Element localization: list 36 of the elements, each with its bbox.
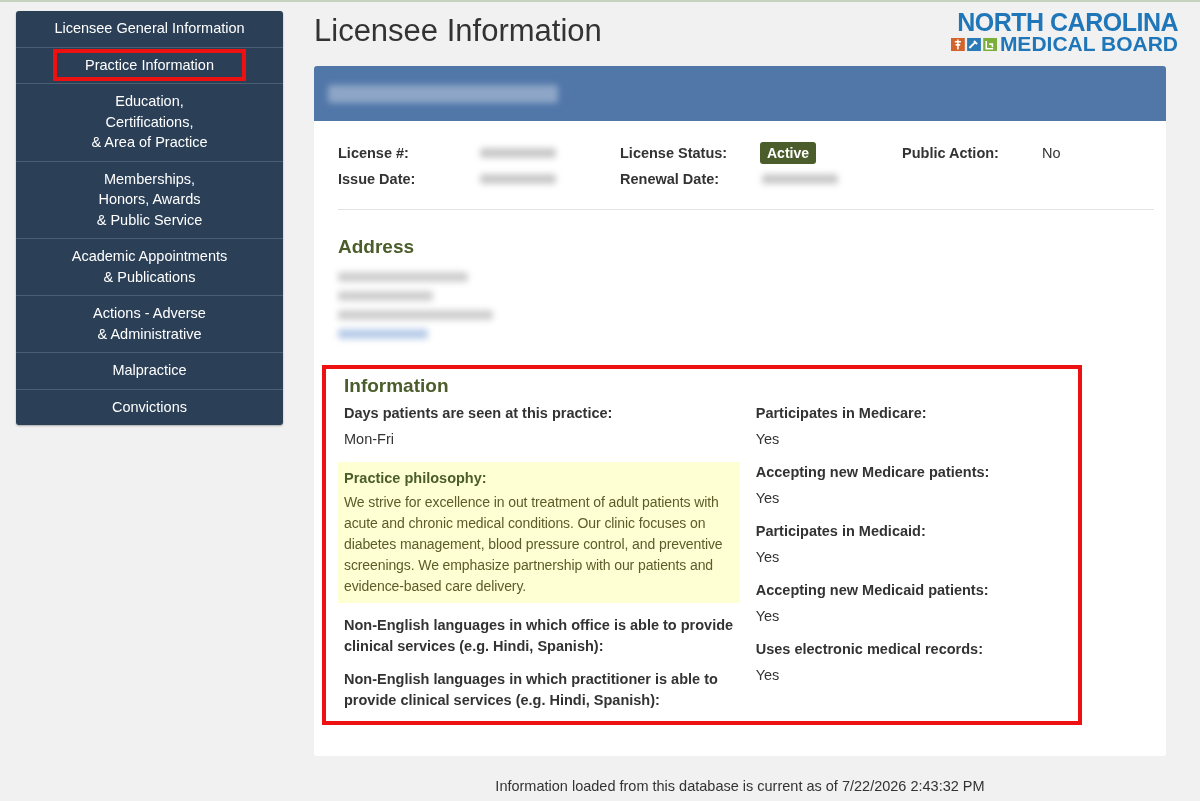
field-value: Yes bbox=[755, 430, 781, 449]
field-label: License #: bbox=[338, 145, 410, 161]
field-value: Mon-Fri bbox=[344, 430, 395, 449]
sidebar-item[interactable]: Malpractice bbox=[16, 353, 283, 390]
sidebar-item[interactable]: Actions - Adverse & Administrative bbox=[16, 296, 283, 353]
footer-note: Information loaded from this database is current as of 7/22/2026 2:43:32 PM bbox=[494, 778, 986, 794]
sidebar-item[interactable]: Academic Appointments & Publications bbox=[16, 239, 283, 296]
note-text: We strive for excellence in out treatment of adult patients with acute and chronic medical conditions. Our clinic focuses on diabetes management, blood pressure control, and preventive screenings. We emphasize partnership with our patients and evidence-based care delivery. bbox=[344, 493, 724, 596]
status-badge: Active bbox=[760, 142, 817, 164]
field-label: Non-English languages in which practitioner is able to provide clinical services (e.g. Hindi, Spanish): bbox=[344, 670, 719, 710]
field-label: Participates in Medicare: bbox=[755, 404, 928, 423]
field-value: Yes bbox=[755, 548, 781, 567]
field-label: Participates in Medicaid: bbox=[755, 522, 927, 541]
field-label: Accepting new Medicaid patients: bbox=[755, 581, 990, 600]
sidebar-item[interactable]: Memberships, Honors, Awards & Public Service bbox=[16, 161, 283, 239]
field-value: Yes bbox=[755, 666, 781, 685]
field-value: Yes bbox=[755, 489, 781, 508]
section-heading: Information bbox=[344, 375, 450, 397]
page-title: Licensee Information bbox=[314, 13, 602, 49]
sidebar-item[interactable]: Licensee General Information bbox=[16, 11, 283, 48]
sidebar-item[interactable]: Education, Certifications, & Area of Practice bbox=[16, 84, 283, 162]
field-label: Renewal Date: bbox=[620, 171, 721, 187]
sidebar-item[interactable]: Convictions bbox=[16, 389, 283, 425]
section-heading: Address bbox=[338, 236, 416, 258]
board-logo: NORTH CAROLINA MEDICAL BOARD bbox=[950, 11, 1178, 55]
field-label: Uses electronic medical records: bbox=[755, 640, 984, 659]
field-value: No bbox=[1042, 145, 1061, 161]
sidebar-item[interactable]: Practice Information bbox=[16, 47, 283, 84]
field-label: Public Action: bbox=[902, 145, 1000, 161]
note-label: Practice philosophy: bbox=[344, 469, 488, 488]
field-label: Days patients are seen at this practice: bbox=[344, 404, 614, 423]
field-label: Non-English languages in which office is able to provide clinical services (e.g. Hindi, Spanish): bbox=[344, 616, 735, 656]
field-label: License Status: bbox=[620, 145, 729, 161]
field-value: Yes bbox=[755, 607, 781, 626]
field-label: Accepting new Medicare patients: bbox=[755, 463, 991, 482]
field-label: Issue Date: bbox=[338, 171, 417, 187]
